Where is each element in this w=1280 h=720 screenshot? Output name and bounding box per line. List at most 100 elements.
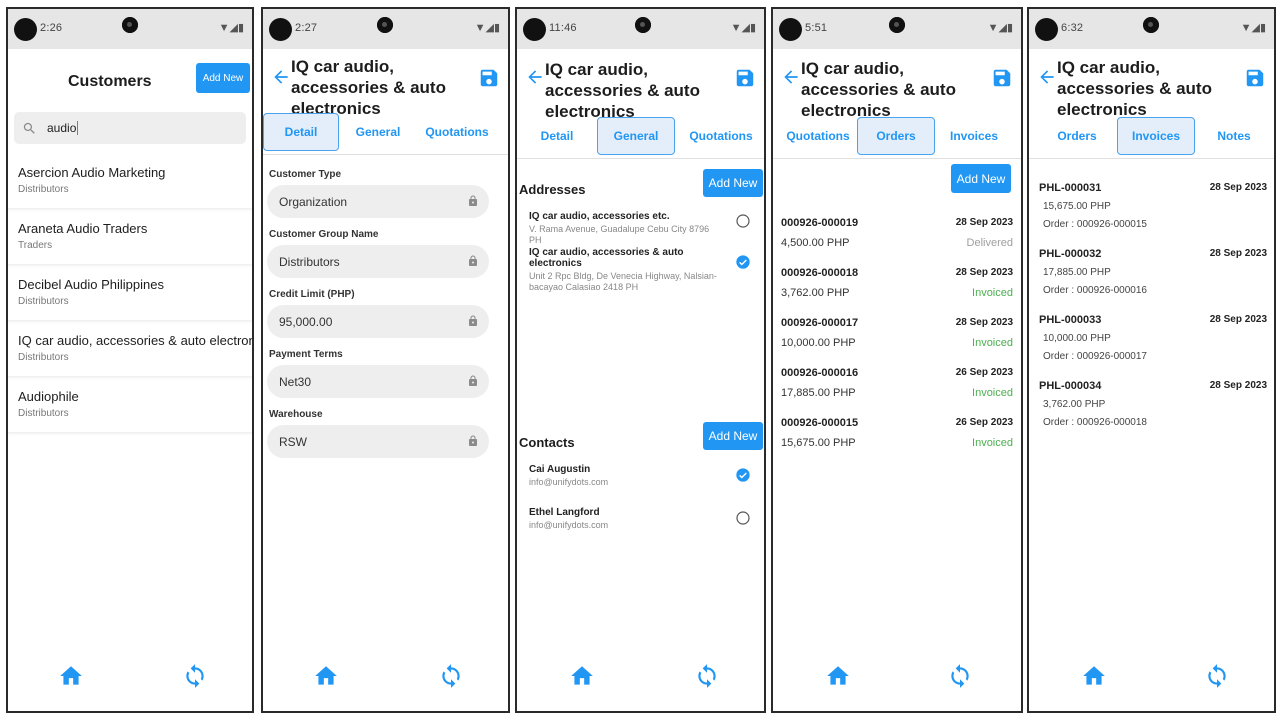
header: Customers Add New (8, 49, 252, 113)
bottom-nav (8, 653, 252, 711)
invoice-list-item[interactable]: PHL-000034 28 Sep 2023 3,762.00 PHP Order :… (1039, 372, 1267, 438)
sync-icon[interactable] (182, 661, 208, 691)
tab-bar: Detail General Quotations (263, 107, 508, 155)
tab-general[interactable]: General (343, 113, 413, 151)
home-icon[interactable] (825, 663, 851, 689)
camera-icon (122, 17, 138, 33)
home-icon[interactable] (58, 663, 84, 689)
customer-name: Audiophile (18, 389, 79, 404)
invoice-amount: 3,762.00 PHP (1043, 399, 1106, 410)
sync-icon[interactable] (438, 661, 464, 691)
customer-list-item[interactable]: Decibel Audio Philippines Distributors (8, 269, 252, 321)
tab-notes[interactable]: Notes (1201, 117, 1267, 155)
save-icon[interactable] (991, 67, 1013, 89)
add-contact-button[interactable]: Add New (703, 422, 763, 450)
invoice-date: 28 Sep 2023 (1209, 248, 1267, 259)
invoice-order-ref: Order : 000926-000016 (1043, 285, 1147, 296)
invoice-list-item[interactable]: PHL-000033 28 Sep 2023 10,000.00 PHP Order … (1039, 306, 1267, 372)
field-label: Credit Limit (PHP) (269, 289, 355, 300)
save-icon[interactable] (478, 67, 500, 89)
invoice-list-item[interactable]: PHL-000031 28 Sep 2023 15,675.00 PHP Order … (1039, 174, 1267, 240)
customer-list-item[interactable]: Araneta Audio Traders Traders (8, 213, 252, 265)
tab-orders[interactable]: Orders (1041, 117, 1113, 155)
order-list-item[interactable]: 000926-000017 28 Sep 2023 10,000.00 PHP Inv… (781, 307, 1013, 357)
order-date: 28 Sep 2023 (955, 317, 1013, 328)
add-order-button[interactable]: Add New (951, 164, 1011, 193)
customer-list-item[interactable]: IQ car audio, accessories & auto electro… (8, 325, 252, 377)
order-list-item[interactable]: 000926-000019 28 Sep 2023 4,500.00 PHP Deli… (781, 207, 1013, 257)
form-field: Customer Type Organization (267, 169, 507, 227)
lock-icon (467, 374, 479, 388)
form-field: Credit Limit (PHP) 95,000.00 (267, 289, 507, 347)
status-time: 6:32 (1061, 22, 1084, 34)
contact-email: info@unifydots.com (529, 477, 609, 487)
sync-icon[interactable] (694, 661, 720, 691)
save-icon[interactable] (1244, 67, 1266, 89)
form-field: Customer Group Name Distributors (267, 229, 507, 287)
field-label: Customer Group Name (269, 229, 379, 240)
field-input-locked: Organization (267, 185, 489, 218)
tab-general[interactable]: General (597, 117, 675, 155)
screen-customers: 2:26 ▼◢▮ Customers Add New audio Asercio… (6, 7, 254, 713)
radio-checked-icon[interactable] (735, 254, 751, 270)
contact-item[interactable]: Ethel Langford info@unifydots.com (529, 507, 753, 550)
field-input-locked: Net30 (267, 365, 489, 398)
field-value: 95,000.00 (279, 315, 333, 329)
radio-unchecked-icon[interactable] (735, 213, 751, 229)
back-arrow-icon[interactable] (525, 67, 545, 87)
add-address-button[interactable]: Add New (703, 169, 763, 197)
order-date: 26 Sep 2023 (955, 367, 1013, 378)
order-amount: 4,500.00 PHP (781, 237, 850, 249)
radio-checked-icon[interactable] (735, 467, 751, 483)
order-list-item[interactable]: 000926-000018 28 Sep 2023 3,762.00 PHP Invo… (781, 257, 1013, 307)
customer-list-item[interactable]: Asercion Audio Marketing Distributors (8, 157, 252, 209)
field-value: Organization (279, 195, 348, 209)
customer-list-item[interactable]: Audiophile Distributors (8, 381, 252, 433)
invoice-number: PHL-000031 (1039, 182, 1102, 194)
status-time: 11:46 (549, 22, 577, 34)
tab-quotations[interactable]: Quotations (419, 113, 495, 151)
tab-quotations[interactable]: Quotations (681, 117, 761, 155)
lock-icon (467, 194, 479, 208)
order-status: Invoiced (972, 337, 1013, 349)
radio-unchecked-icon[interactable] (735, 510, 751, 526)
tab-orders[interactable]: Orders (857, 117, 935, 155)
tab-quotations[interactable]: Quotations (779, 117, 857, 155)
home-icon[interactable] (569, 663, 595, 689)
camera-cutout (1035, 18, 1058, 41)
back-arrow-icon[interactable] (781, 67, 801, 87)
invoice-list-item[interactable]: PHL-000032 28 Sep 2023 17,885.00 PHP Order … (1039, 240, 1267, 306)
invoice-number: PHL-000032 (1039, 248, 1102, 260)
customer-group: Distributors (18, 296, 69, 307)
customer-group: Distributors (18, 408, 69, 419)
tab-detail[interactable]: Detail (263, 113, 339, 151)
customer-name: Decibel Audio Philippines (18, 277, 164, 292)
add-new-button[interactable]: Add New (196, 63, 250, 93)
camera-cutout (779, 18, 802, 41)
save-icon[interactable] (734, 67, 756, 89)
address-item[interactable]: IQ car audio, accessories etc. V. Rama Av… (529, 211, 753, 247)
search-input[interactable]: audio (14, 112, 246, 144)
order-list-item[interactable]: 000926-000016 26 Sep 2023 17,885.00 PHP Inv… (781, 357, 1013, 407)
tab-detail[interactable]: Detail (525, 117, 589, 155)
home-icon[interactable] (1081, 663, 1107, 689)
tab-bar: Detail General Quotations (517, 111, 764, 159)
tab-invoices[interactable]: Invoices (941, 117, 1007, 155)
status-time: 2:27 (295, 22, 318, 34)
order-list-item[interactable]: 000926-000015 26 Sep 2023 15,675.00 PHP Inv… (781, 407, 1013, 457)
address-item[interactable]: IQ car audio, accessories & auto electro… (529, 247, 753, 293)
field-label: Warehouse (269, 409, 323, 420)
field-input-locked: Distributors (267, 245, 489, 278)
back-arrow-icon[interactable] (1037, 67, 1057, 87)
contact-item[interactable]: Cai Augustin info@unifydots.com (529, 464, 753, 507)
title-bar: IQ car audio, accessories & auto electro… (517, 49, 764, 121)
tab-invoices[interactable]: Invoices (1117, 117, 1195, 155)
detail-form: Customer Type Organization Customer Group … (267, 167, 507, 467)
sync-icon[interactable] (947, 661, 973, 691)
back-arrow-icon[interactable] (271, 67, 291, 87)
home-icon[interactable] (313, 663, 339, 689)
camera-icon (1143, 17, 1159, 33)
customer-list: Asercion Audio Marketing Distributors Aran… (8, 157, 252, 437)
sync-icon[interactable] (1204, 661, 1230, 691)
customer-name: Araneta Audio Traders (18, 221, 148, 236)
